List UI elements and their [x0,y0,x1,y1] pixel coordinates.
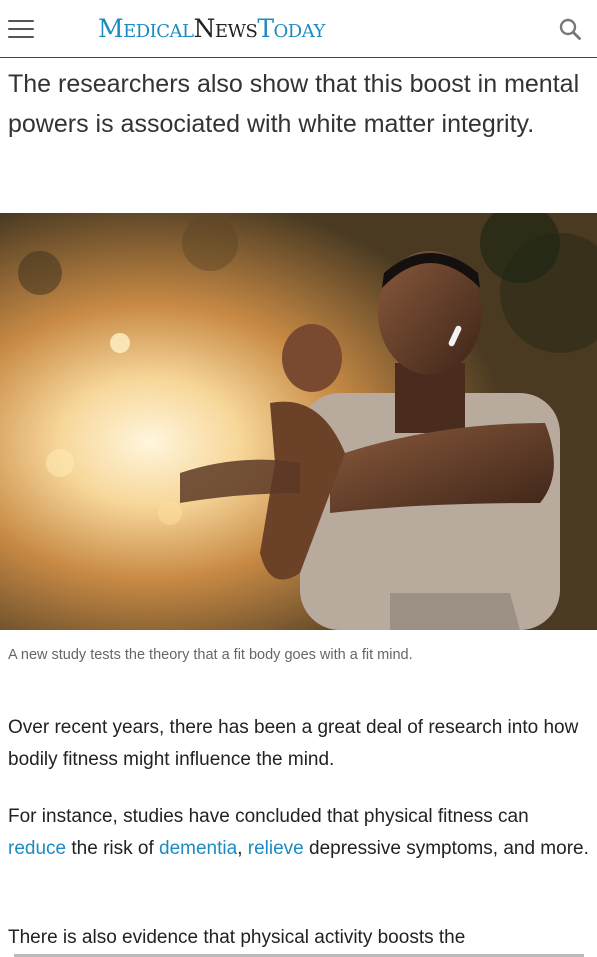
article-lede: The researchers also show that this boos… [8,70,580,138]
site-header: Medical News Today [0,0,597,58]
search-icon[interactable] [558,17,582,41]
menu-line [8,36,34,38]
logo-news: News [193,14,258,43]
link-relieve[interactable]: relieve [248,838,304,859]
paragraph-2-text: , [237,838,248,859]
hero-image [0,213,597,630]
link-reduce[interactable]: reduce [8,838,66,859]
paragraph-2-text: depressive symptoms, and more. [303,838,589,859]
paragraph-1: Over recent years, there has been a grea… [8,717,579,770]
paragraph-2-text: For instance, studies have concluded tha… [8,806,529,827]
menu-line [8,20,34,22]
paragraph-3: There is also evidence that physical act… [8,927,466,948]
menu-line [8,28,34,30]
link-dementia[interactable]: dementia [159,838,237,859]
paragraph-2-text: the risk of [66,838,160,859]
hamburger-menu-icon[interactable] [8,19,34,39]
paragraph-2: For instance, studies have concluded tha… [8,801,590,865]
site-logo[interactable]: Medical News Today [98,14,325,44]
image-caption: A new study tests the theory that a fit … [8,647,413,663]
logo-medical: Medical [98,14,194,43]
logo-today: Today [257,14,325,43]
